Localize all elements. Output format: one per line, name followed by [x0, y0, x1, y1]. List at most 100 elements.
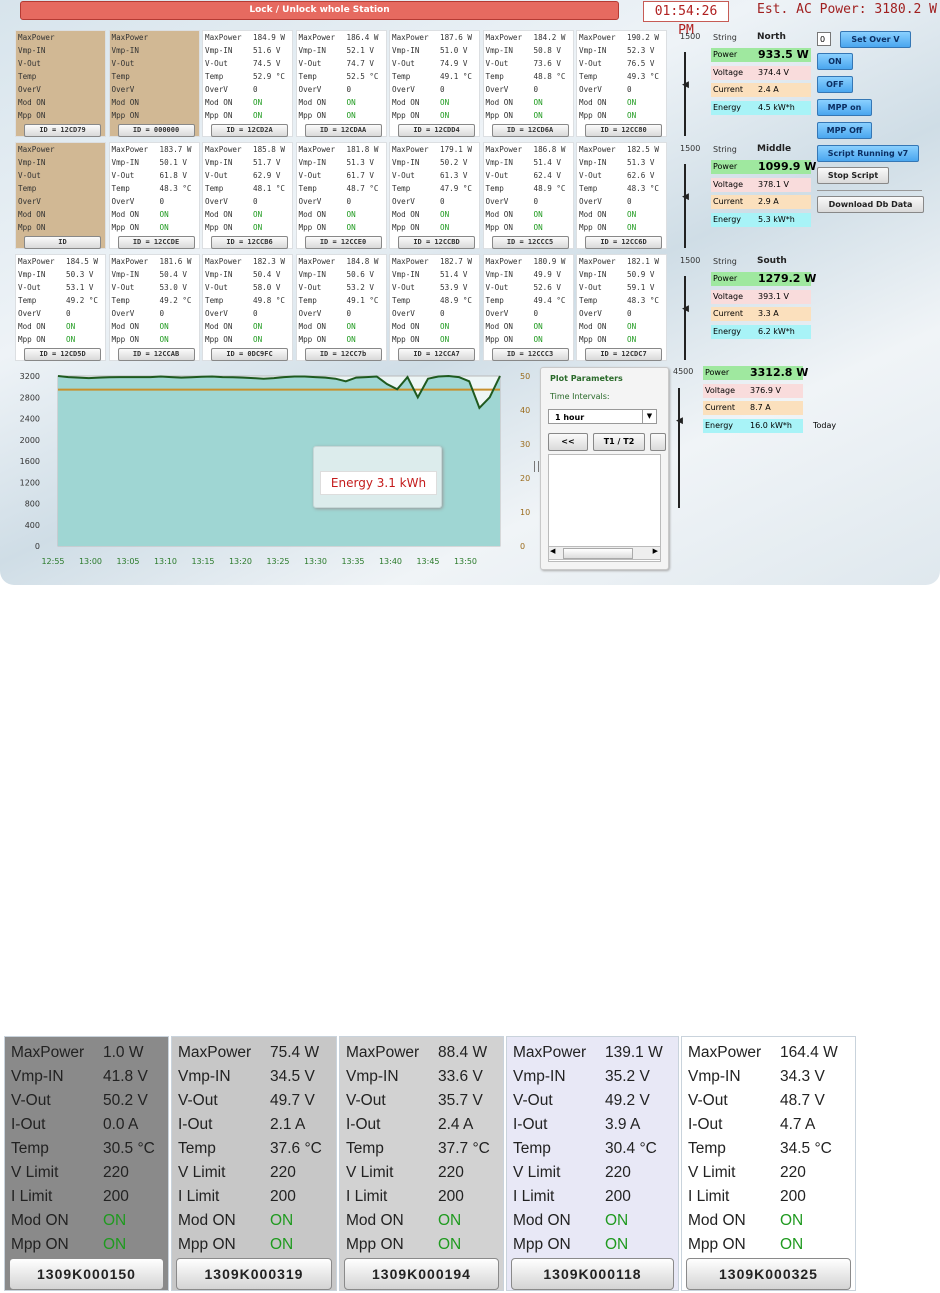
module-label-modon: Mod ON	[298, 210, 326, 219]
on-button[interactable]: ON	[817, 53, 853, 70]
module-label-vmp: Vmp-IN	[485, 46, 513, 55]
module-id-button[interactable]: ID = 12CCB6	[211, 236, 288, 249]
set-over-v-button[interactable]: Set Over V	[840, 31, 911, 48]
module-id-button[interactable]: ID = 12CC6D	[585, 236, 662, 249]
module-label-vmp: Vmp-IN	[298, 270, 326, 279]
module-row-temp: Temp 48.9 °C	[484, 182, 573, 195]
module-row-maxpower: MaxPower 185.8 W	[203, 143, 292, 156]
module-label-maxpower: MaxPower	[298, 33, 336, 42]
module-id-button[interactable]: ID = 12CDC7	[585, 348, 662, 361]
module-id-button[interactable]: ID = 12CCA7	[398, 348, 475, 361]
module-id-button[interactable]: ID = 12CCAB	[117, 348, 195, 361]
module-value-vmp: 50.2 V	[440, 158, 468, 167]
y-tick-label: 400	[25, 521, 40, 530]
module-id-button[interactable]: ID = 12CC7b	[304, 348, 382, 361]
back-button[interactable]: <<	[548, 433, 588, 451]
module-value-temp: 48.9 °C	[533, 184, 566, 193]
module-id-button[interactable]: ID = 12CD2A	[211, 124, 288, 137]
off-button[interactable]: OFF	[817, 76, 853, 93]
download-db-button[interactable]: Download Db Data	[817, 196, 924, 213]
detail-label-maxpower: MaxPower	[513, 1044, 587, 1061]
module-id-button[interactable]: ID = 12CCDE	[117, 236, 195, 249]
slider-knob-icon[interactable]: ◀	[682, 80, 689, 90]
t1-t2-button[interactable]: T1 / T2	[593, 433, 645, 451]
module-id-button[interactable]: ID = 12CDD4	[398, 124, 475, 137]
module-id-button[interactable]: ID = 12CD5D	[24, 348, 101, 361]
module-card: MaxPower 181.8 W Vmp-IN 51.3 V V-Out 61.7 V Te…	[295, 142, 387, 249]
module-value-vmp: 51.3 V	[627, 158, 655, 167]
module-id-button[interactable]: ID = 12CCBD	[398, 236, 475, 249]
module-id-button[interactable]: ID	[24, 236, 101, 249]
detail-label-modon: Mod ON	[178, 1212, 236, 1229]
mpp-on-button[interactable]: MPP on	[817, 99, 872, 116]
detail-value-iout: 2.1 A	[270, 1116, 306, 1133]
module-id-button[interactable]: ID = 0DC9FC	[211, 348, 288, 361]
string-slider[interactable]	[684, 276, 695, 360]
more-button[interactable]	[650, 433, 666, 451]
module-id-button[interactable]: ID = 12CD79	[24, 124, 101, 137]
interval-select[interactable]: 1 hour ▼	[548, 409, 657, 424]
module-label-vout: V-Out	[579, 59, 602, 68]
module-row-overv: OverV 0	[390, 195, 479, 208]
module-label-mppon: Mpp ON	[18, 335, 46, 344]
string-slider[interactable]	[684, 164, 695, 248]
module-label-maxpower: MaxPower	[111, 33, 149, 42]
x-tick-label: 13:15	[191, 557, 214, 566]
slider-knob-icon[interactable]: ◀	[682, 304, 689, 314]
module-row-mppon: Mpp ON ON	[390, 221, 479, 234]
detail-label-vlimit: V Limit	[688, 1164, 736, 1181]
module-row-vout: V-Out 62.9 V	[203, 169, 292, 182]
module-serial-button[interactable]: 1309K000319	[176, 1258, 332, 1290]
scroll-left-icon[interactable]: ◀	[550, 547, 555, 555]
detail-label-temp: Temp	[346, 1140, 384, 1157]
mpp-off-button[interactable]: MPP Off	[817, 122, 872, 139]
module-value-temp: 49.2 °C	[159, 296, 192, 305]
module-row-vmp: Vmp-IN	[110, 44, 199, 57]
stop-script-button[interactable]: Stop Script	[817, 167, 889, 184]
module-id-button[interactable]: ID = 12CD6A	[491, 124, 569, 137]
module-row-vmp: Vmp-IN 52.3 V	[577, 44, 666, 57]
detail-label-ilimit: I Limit	[178, 1188, 220, 1205]
module-label-maxpower: MaxPower	[298, 145, 336, 154]
module-id-button[interactable]: ID = 12CCE0	[304, 236, 382, 249]
module-value-vout: 74.9 V	[440, 59, 468, 68]
horizontal-scrollbar[interactable]: ◀ ▶	[548, 546, 661, 560]
chevron-down-icon[interactable]: ▼	[642, 410, 656, 423]
module-serial-button[interactable]: 1309K000194	[344, 1258, 499, 1290]
scroll-thumb[interactable]	[563, 548, 633, 559]
module-label-overv: OverV	[485, 197, 509, 206]
module-serial-button[interactable]: 1309K000325	[686, 1258, 851, 1290]
module-id-button[interactable]: ID = 12CDAA	[304, 124, 382, 137]
module-id-button[interactable]: ID = 12CCC3	[491, 348, 569, 361]
resize-handle[interactable]	[534, 461, 539, 472]
module-value-temp: 48.3 °C	[627, 184, 660, 193]
module-label-vout: V-Out	[392, 283, 415, 292]
module-label-mppon: Mpp ON	[579, 335, 607, 344]
string-slider[interactable]	[684, 52, 695, 136]
module-label-vmp: Vmp-IN	[205, 158, 233, 167]
lock-station-button[interactable]: Lock / Unlock whole Station	[20, 1, 619, 20]
total-power-value: 3312.8 W	[750, 366, 809, 379]
module-label-modon: Mod ON	[485, 210, 513, 219]
module-id-button[interactable]: ID = 12CC80	[585, 124, 662, 137]
slider-knob-icon[interactable]: ◀	[682, 192, 689, 202]
module-label-vout: V-Out	[205, 171, 228, 180]
detail-row-temp: Temp 37.7 °C	[346, 1137, 490, 1161]
total-slider[interactable]	[678, 388, 689, 508]
module-label-temp: Temp	[392, 184, 411, 193]
slider-knob-icon[interactable]: ◀	[676, 416, 683, 426]
module-serial-button[interactable]: 1309K000150	[9, 1258, 164, 1290]
module-serial-button[interactable]: 1309K000118	[511, 1258, 674, 1290]
detail-label-temp: Temp	[178, 1140, 216, 1157]
over-v-input[interactable]: 0	[817, 32, 831, 46]
module-label-mppon: Mpp ON	[485, 223, 513, 232]
module-label-overv: OverV	[111, 85, 135, 94]
module-id-button[interactable]: ID = 12CCC5	[491, 236, 569, 249]
module-id-button[interactable]: ID = 000000	[117, 124, 195, 137]
y2-tick-label: 10	[520, 508, 530, 517]
script-running-button[interactable]: Script Running v7	[817, 145, 919, 162]
scroll-right-icon[interactable]: ▶	[653, 547, 658, 555]
module-row-vmp: Vmp-IN 50.2 V	[390, 156, 479, 169]
y-tick-label: 2400	[20, 415, 40, 424]
module-label-overv: OverV	[18, 309, 41, 318]
